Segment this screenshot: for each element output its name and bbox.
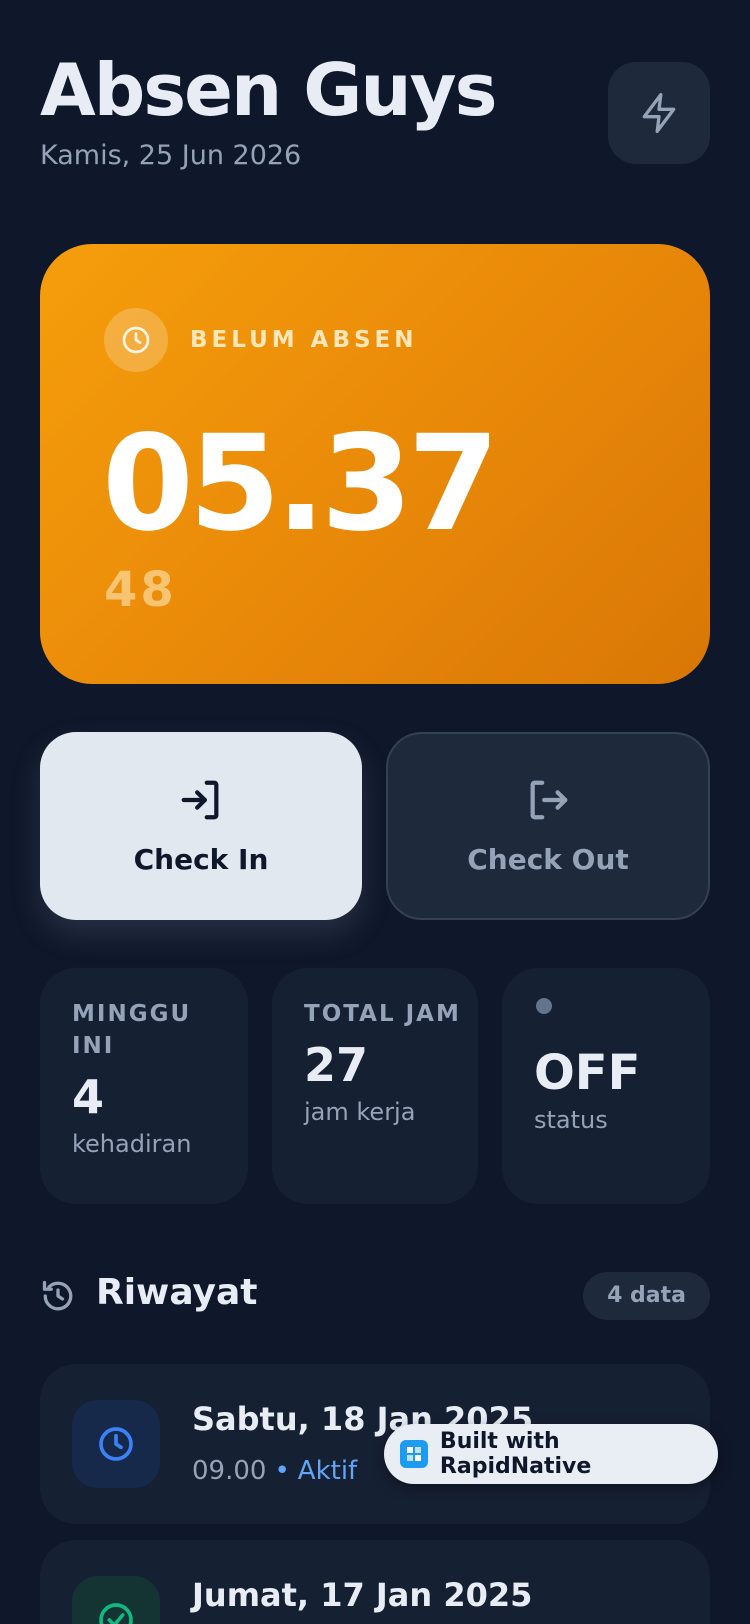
stat-value: 4 xyxy=(72,1070,105,1124)
stat-status: OFF status xyxy=(502,968,710,1204)
history-header: Riwayat 4 data xyxy=(40,1270,710,1326)
stat-total-hours: TOTAL JAM 27 jam kerja xyxy=(272,968,478,1204)
stat-sub: status xyxy=(534,1106,608,1134)
stat-week-attendance: MINGGU INI 4 kehadiran xyxy=(40,968,248,1204)
attendance-status: BELUM ABSEN xyxy=(190,327,418,353)
check-out-button[interactable]: Check Out xyxy=(386,732,710,920)
meta-separator: • xyxy=(274,1456,290,1486)
logout-icon xyxy=(530,780,568,819)
stat-sub: jam kerja xyxy=(304,1098,416,1126)
attendance-actions: Check In Check Out xyxy=(40,732,710,920)
history-item-time: 09.00 xyxy=(192,1456,267,1486)
stat-label: MINGGU INI xyxy=(72,1001,192,1059)
history-title: Riwayat xyxy=(96,1272,258,1313)
check-out-label: Check Out xyxy=(467,842,629,876)
history-item-icon-wrap xyxy=(72,1576,160,1624)
history-count-badge: 4 data xyxy=(583,1272,710,1320)
check-in-button[interactable]: Check In xyxy=(40,732,362,920)
stat-value: OFF xyxy=(534,1045,641,1101)
quick-action-button[interactable] xyxy=(608,62,710,164)
rapidnative-mark xyxy=(406,1447,421,1461)
history-item-status: Aktif xyxy=(297,1456,358,1486)
hero-clock-badge xyxy=(104,308,168,372)
attendance-status-card: BELUM ABSEN 05.37 48 xyxy=(40,244,710,684)
history-icon xyxy=(42,1280,73,1311)
history-item-meta: 09.00 • Aktif xyxy=(192,1456,357,1486)
stat-sub: kehadiran xyxy=(72,1130,192,1158)
history-item-icon-wrap xyxy=(72,1400,160,1488)
clock-icon xyxy=(122,326,150,354)
stats-row: MINGGU INI 4 kehadiran TOTAL JAM 27 jam … xyxy=(40,968,710,1204)
check-circle-icon xyxy=(99,1603,133,1624)
stat-value: 27 xyxy=(304,1038,369,1092)
status-row: BELUM ABSEN xyxy=(104,308,418,372)
stat-label: TOTAL JAM xyxy=(304,1001,461,1027)
check-in-label: Check In xyxy=(133,842,269,876)
app-screen: Absen Guys Kamis, 25 Jun 2026 BELUM ABSE… xyxy=(0,0,750,1624)
history-item[interactable]: Jumat, 17 Jan 2025 xyxy=(40,1540,710,1624)
status-indicator-dot xyxy=(536,998,552,1014)
history-item-date: Jumat, 17 Jan 2025 xyxy=(192,1576,533,1614)
header: Absen Guys Kamis, 25 Jun 2026 xyxy=(40,48,710,178)
built-with-label: Built with RapidNative xyxy=(439,1429,592,1479)
built-with-badge[interactable]: Built with RapidNative xyxy=(384,1424,718,1484)
current-seconds: 48 xyxy=(104,562,177,618)
login-icon xyxy=(181,780,219,819)
current-time: 05.37 xyxy=(102,407,500,561)
rapidnative-logo-icon xyxy=(400,1440,428,1468)
bolt-icon xyxy=(642,93,676,133)
clock-icon xyxy=(99,1427,133,1461)
